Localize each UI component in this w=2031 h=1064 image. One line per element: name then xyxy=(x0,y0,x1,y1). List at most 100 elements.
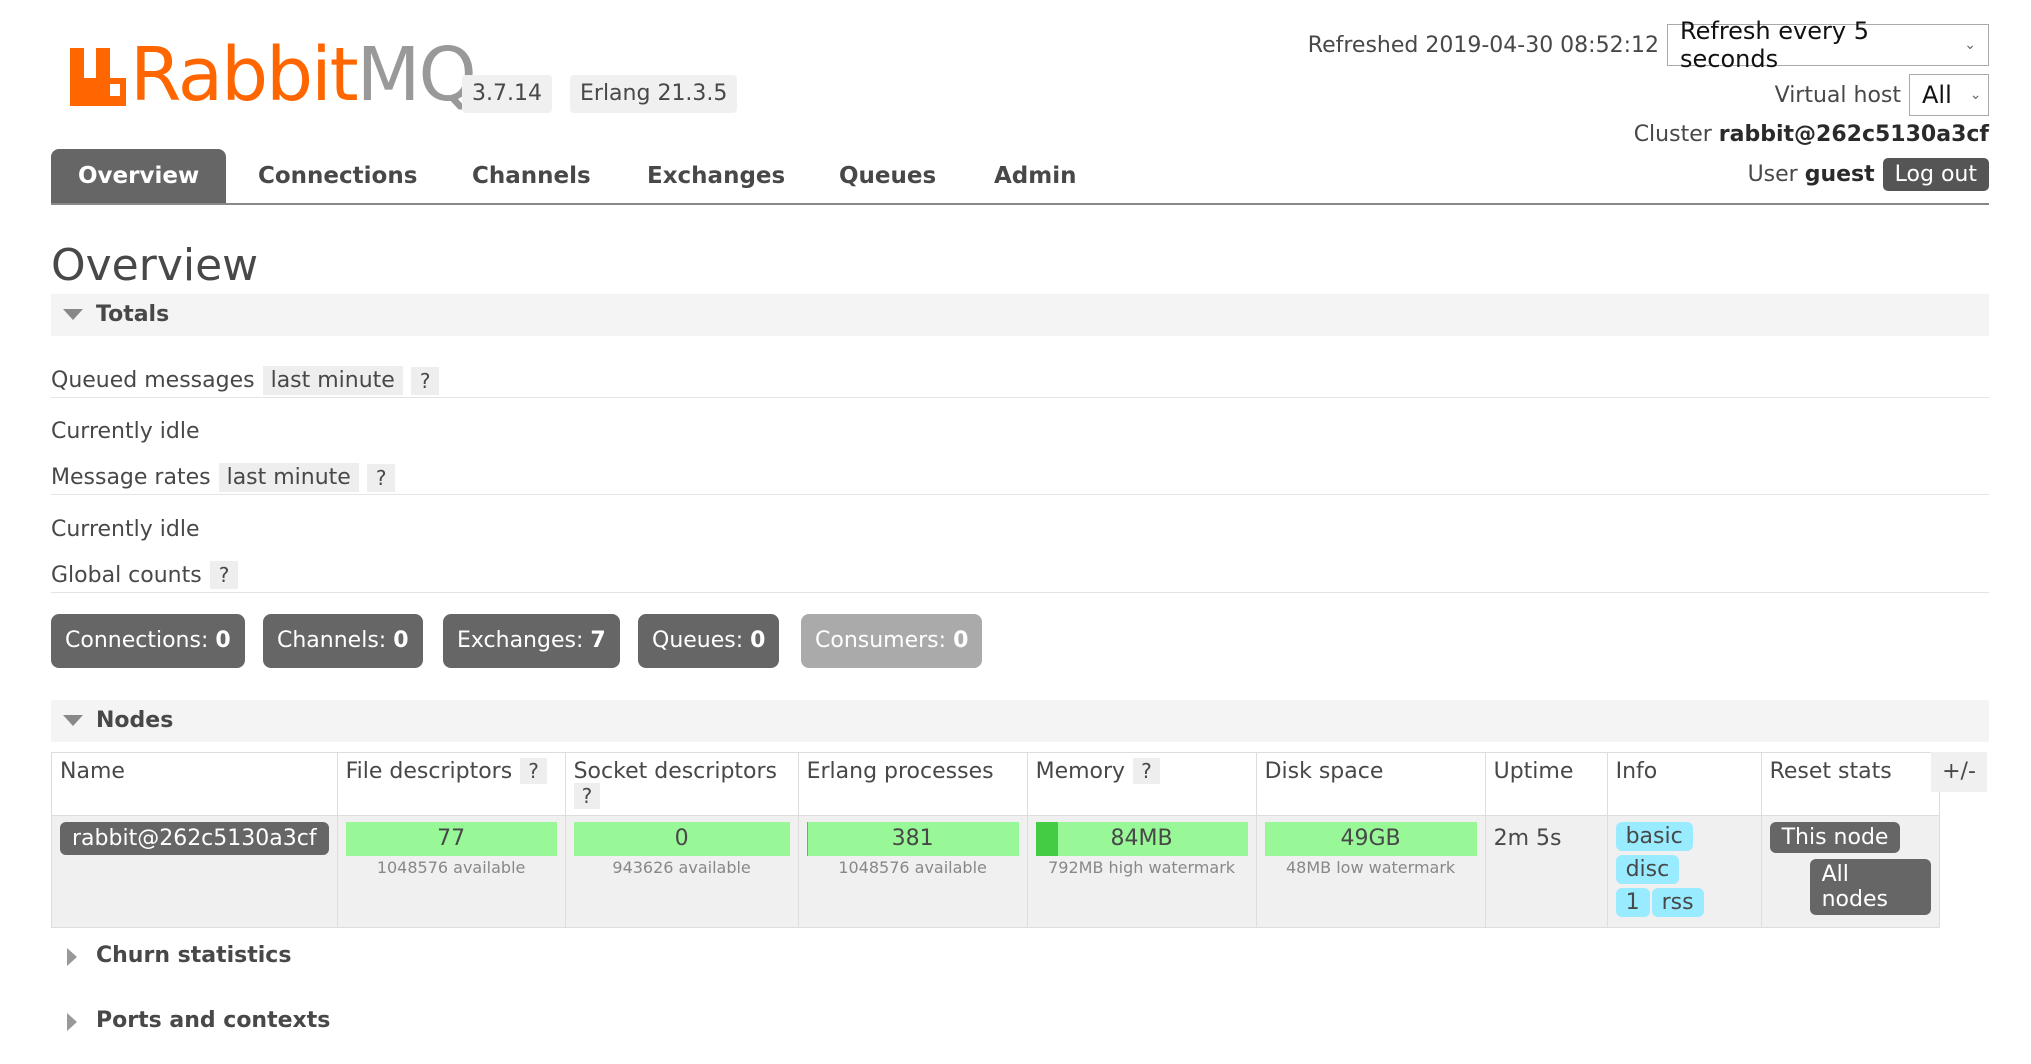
col-socket-descriptors-label: Socket descriptors xyxy=(573,759,777,784)
socket-descriptors-value: 0 xyxy=(674,826,689,851)
vhost-row: Virtual host All ⌄ xyxy=(1775,74,1989,116)
col-disk-space-label: Disk space xyxy=(1264,759,1384,784)
info-cell: basic disc 1 rss xyxy=(1606,815,1762,928)
connections-count-value: 0 xyxy=(215,628,231,653)
col-reset-stats: Reset stats xyxy=(1760,752,1940,816)
totals-heading: Totals xyxy=(96,302,170,327)
tab-connections[interactable]: Connections xyxy=(258,149,417,203)
socket-descriptors-bar: 0 xyxy=(573,822,790,856)
col-memory: Memory? xyxy=(1026,752,1257,816)
col-socket-descriptors: Socket descriptors? xyxy=(564,752,799,816)
reset-stats-cell: This node All nodes xyxy=(1760,815,1940,928)
col-disk-space: Disk space xyxy=(1255,752,1486,816)
tab-exchanges[interactable]: Exchanges xyxy=(647,149,785,203)
chevron-down-icon: ⌄ xyxy=(1964,37,1976,53)
tab-queues[interactable]: Queues xyxy=(839,149,936,203)
message-rates-help[interactable]: ? xyxy=(366,463,396,492)
col-file-descriptors-label: File descriptors xyxy=(345,759,513,784)
uptime-value: 2m 5s xyxy=(1493,826,1562,851)
info-tag-rss: rss xyxy=(1651,888,1704,917)
file-descriptors-value: 77 xyxy=(437,826,466,851)
rabbitmq-logo: RabbitMQ TM xyxy=(70,38,493,112)
disk-space-cell: 49GB 48MB low watermark xyxy=(1255,815,1486,928)
rabbit-logo-icon xyxy=(70,48,126,106)
channels-count-label: Channels: xyxy=(277,628,387,653)
page-title: Overview xyxy=(51,240,259,291)
main-nav-tabs: Overview Connections Channels Exchanges … xyxy=(51,149,1989,205)
message-rates-status: Currently idle xyxy=(51,517,200,542)
global-counts-help[interactable]: ? xyxy=(209,561,239,589)
totals-section-toggle[interactable]: Totals xyxy=(51,294,1989,336)
info-tag-count: 1 xyxy=(1615,888,1650,917)
memory-bar: 84MB xyxy=(1035,822,1248,856)
uptime-cell: 2m 5s xyxy=(1484,815,1608,928)
erlang-processes-available: 1048576 available xyxy=(838,858,987,877)
file-descriptors-available: 1048576 available xyxy=(376,858,526,877)
memory-cell: 84MB 792MB high watermark xyxy=(1026,815,1257,928)
message-rates-label: Message rates xyxy=(51,465,211,490)
ports-contexts-heading: Ports and contexts xyxy=(96,1008,331,1033)
consumers-count-button[interactable]: Consumers: 0 xyxy=(801,614,983,668)
tab-channels[interactable]: Channels xyxy=(472,149,591,203)
file-descriptors-help[interactable]: ? xyxy=(520,758,547,784)
collapse-triangle-icon xyxy=(63,715,83,726)
queues-count-label: Queues: xyxy=(652,628,744,653)
socket-descriptors-help[interactable]: ? xyxy=(573,783,601,809)
exchanges-count-label: Exchanges: xyxy=(457,628,584,653)
refresh-row: Refreshed 2019-04-30 08:52:12 Refresh ev… xyxy=(1307,17,1989,73)
reset-all-nodes-button[interactable]: All nodes xyxy=(1809,859,1931,915)
nodes-table: Name File descriptors? Socket descriptor… xyxy=(51,752,1940,928)
disk-space-value: 49GB xyxy=(1340,826,1401,851)
node-name-link[interactable]: rabbit@262c5130a3cf xyxy=(60,822,329,855)
expand-triangle-icon xyxy=(67,1013,77,1031)
channels-count-button[interactable]: Channels: 0 xyxy=(263,614,423,668)
refresh-interval-select[interactable]: Refresh every 5 seconds ⌄ xyxy=(1667,17,1989,73)
logo-text-primary: Rabbit xyxy=(130,32,359,118)
disk-space-bar: 49GB xyxy=(1264,822,1477,856)
memory-watermark: 792MB high watermark xyxy=(1048,858,1236,877)
file-descriptors-cell: 77 1048576 available xyxy=(336,815,566,928)
queued-messages-help[interactable]: ? xyxy=(410,366,440,395)
socket-descriptors-cell: 0 943626 available xyxy=(564,815,799,928)
queues-count-value: 0 xyxy=(750,628,766,653)
message-rates-range[interactable]: last minute xyxy=(218,463,359,492)
queued-messages-range[interactable]: last minute xyxy=(262,366,403,395)
queued-messages-row: Queued messages last minute ? xyxy=(51,366,440,395)
connections-count-button[interactable]: Connections: 0 xyxy=(51,614,245,668)
file-descriptors-bar: 77 xyxy=(345,822,557,856)
node-name-cell: rabbit@262c5130a3cf xyxy=(51,815,338,928)
churn-statistics-heading: Churn statistics xyxy=(96,943,292,968)
erlang-processes-value: 381 xyxy=(891,826,934,851)
divider xyxy=(51,494,1989,495)
exchanges-count-button[interactable]: Exchanges: 7 xyxy=(443,614,620,668)
tab-admin[interactable]: Admin xyxy=(994,149,1077,203)
consumers-count-value: 0 xyxy=(953,628,969,653)
virtual-host-value: All xyxy=(1922,81,1952,109)
info-tag-disc: disc xyxy=(1615,855,1680,884)
virtual-host-select[interactable]: All ⌄ xyxy=(1909,74,1989,116)
memory-help[interactable]: ? xyxy=(1133,758,1160,784)
refreshed-timestamp: Refreshed 2019-04-30 08:52:12 xyxy=(1307,32,1659,58)
ports-contexts-toggle[interactable]: Ports and contexts xyxy=(51,1008,330,1033)
nodes-heading: Nodes xyxy=(96,708,174,733)
nodes-section-toggle[interactable]: Nodes xyxy=(51,700,1989,742)
col-erlang-processes: Erlang processes xyxy=(797,752,1028,816)
memory-fill xyxy=(1035,822,1059,856)
col-name: Name xyxy=(51,752,338,816)
table-header-row: Name File descriptors? Socket descriptor… xyxy=(51,752,1940,816)
reset-this-node-button[interactable]: This node xyxy=(1769,822,1901,853)
tab-overview[interactable]: Overview xyxy=(51,149,227,203)
erlang-processes-cell: 381 1048576 available xyxy=(797,815,1028,928)
global-counts-row: Global counts ? xyxy=(51,561,239,589)
churn-statistics-toggle[interactable]: Churn statistics xyxy=(51,943,291,968)
table-row: rabbit@262c5130a3cf 77 1048576 available… xyxy=(51,815,1940,928)
col-uptime-label: Uptime xyxy=(1493,759,1574,784)
virtual-host-label: Virtual host xyxy=(1774,82,1901,108)
divider xyxy=(51,397,1989,398)
queued-messages-label: Queued messages xyxy=(51,368,255,393)
queues-count-button[interactable]: Queues: 0 xyxy=(638,614,780,668)
column-options-button[interactable]: +/- xyxy=(1931,752,1987,792)
consumers-count-label: Consumers: xyxy=(815,628,947,653)
logo-text-secondary: MQ xyxy=(356,32,477,118)
col-erlang-processes-label: Erlang processes xyxy=(806,759,994,784)
